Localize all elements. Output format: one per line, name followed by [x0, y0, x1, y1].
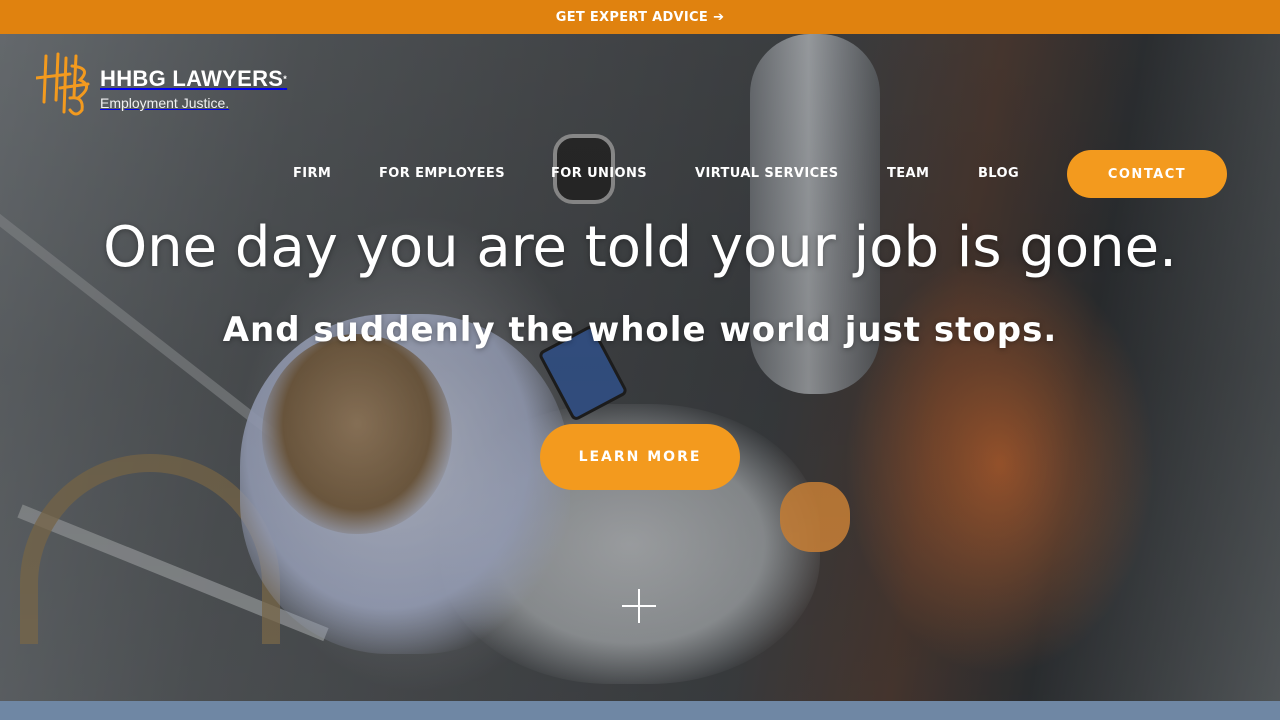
logo-name: HHBG LAWYERS*: [100, 66, 288, 91]
contact-button[interactable]: CONTACT: [1067, 150, 1227, 198]
nav-item-blog[interactable]: BLOG: [978, 160, 1019, 188]
nav-item-for-employees[interactable]: FOR EMPLOYEES: [379, 160, 505, 188]
nav-item-for-unions[interactable]: FOR UNIONS: [551, 160, 647, 188]
logo-tagline: Employment Justice.: [100, 95, 230, 111]
hhbg-monogram-icon: [36, 52, 96, 118]
trademark-mark: *: [283, 74, 288, 84]
site-logo[interactable]: HHBG LAWYERS* Employment Justice.: [36, 52, 287, 118]
plus-icon[interactable]: [622, 589, 656, 623]
get-expert-advice-label: GET EXPERT ADVICE: [555, 9, 709, 25]
next-section-strip: [0, 701, 1280, 720]
nav-item-team[interactable]: TEAM: [887, 160, 929, 188]
nav-item-firm[interactable]: FIRM: [293, 160, 331, 188]
get-expert-advice-link[interactable]: GET EXPERT ADVICE ➔: [556, 10, 725, 25]
learn-more-button[interactable]: LEARN MORE: [540, 424, 740, 490]
hero-subheadline: And suddenly the whole world just stops.: [222, 310, 1058, 350]
top-announcement-bar: GET EXPERT ADVICE ➔: [0, 0, 1280, 34]
hero-headline: One day you are told your job is gone.: [103, 215, 1177, 280]
nav-item-virtual-services[interactable]: VIRTUAL SERVICES: [695, 160, 839, 188]
arrow-right-icon: ➔: [713, 9, 725, 25]
